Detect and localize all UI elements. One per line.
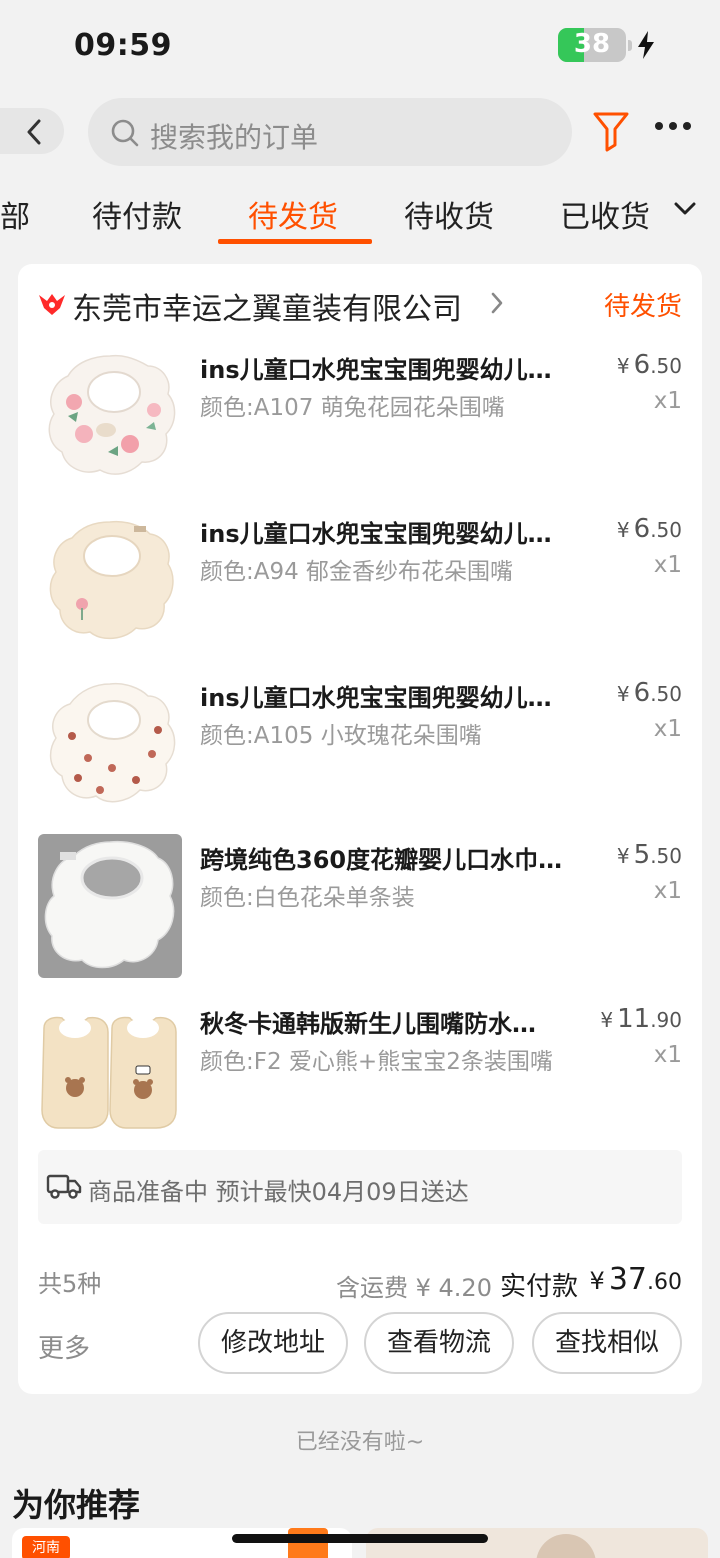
shop-logo-icon	[39, 294, 65, 315]
recommend-title: 为你推荐	[12, 1486, 141, 1524]
item-quantity: x1	[653, 878, 682, 904]
item-spec: 颜色:A94 郁金香纱布花朵围嘴	[200, 559, 514, 585]
battery-percent: 38	[573, 29, 611, 59]
tab-received[interactable]: 已收货	[560, 192, 650, 236]
tab-pending-payment[interactable]: 待付款	[92, 192, 182, 236]
delivery-note: 商品准备中 预计最快04月09日送达	[88, 1178, 469, 1206]
promo-tag	[288, 1528, 328, 1558]
battery-tip	[628, 40, 632, 51]
delivery-status-bar[interactable]: 商品准备中 预计最快04月09日送达	[38, 1150, 682, 1224]
order-status-tabs: 部 待付款 待发货 待收货 已收货	[0, 180, 720, 246]
item-spec: 颜色:A105 小玫瑰花朵围嘴	[200, 723, 482, 749]
search-placeholder: 搜索我的订单	[150, 121, 319, 154]
shipping-fee: 含运费 ¥ 4.20	[336, 1274, 492, 1302]
item-spec: 颜色:A107 萌兔花园花朵围嘴	[200, 395, 505, 421]
item-title: ins儿童口水兜宝宝围兜婴幼儿…	[200, 520, 552, 548]
recommend-card[interactable]	[366, 1528, 708, 1558]
modify-address-button[interactable]: 修改地址	[198, 1312, 348, 1374]
end-of-list-hint: 已经没有啦~	[295, 1430, 425, 1455]
item-quantity: x1	[653, 716, 682, 742]
chevron-right-icon	[491, 292, 503, 314]
status-bar: 09:59 38	[0, 0, 720, 90]
tab-pending-shipment[interactable]: 待发货	[248, 192, 338, 236]
bib-rose-white-icon	[38, 672, 182, 816]
paid-amount: ¥37.60	[589, 1262, 682, 1297]
more-actions-link[interactable]: 更多	[38, 1328, 90, 1365]
truck-icon	[46, 1174, 82, 1199]
item-price: ¥6.50	[616, 678, 682, 708]
product-photo	[536, 1534, 596, 1558]
tab-all[interactable]: 部	[0, 192, 30, 236]
order-item[interactable]: 秋冬卡通韩版新生儿围嘴防水… 颜色:F2 爱心熊+熊宝宝2条装围嘴 ¥11.90…	[18, 998, 702, 1148]
view-logistics-button[interactable]: 查看物流	[364, 1312, 514, 1374]
item-price: ¥11.90	[600, 1004, 682, 1034]
status-time: 09:59	[74, 28, 172, 63]
order-item[interactable]: ins儿童口水兜宝宝围兜婴幼儿… 颜色:A94 郁金香纱布花朵围嘴 ¥6.50 …	[18, 508, 702, 658]
order-status: 待发货	[603, 292, 682, 322]
order-item[interactable]: ins儿童口水兜宝宝围兜婴幼儿… 颜色:A105 小玫瑰花朵围嘴 ¥6.50 x…	[18, 672, 702, 822]
item-quantity: x1	[653, 552, 682, 578]
item-title: ins儿童口水兜宝宝围兜婴幼儿…	[200, 356, 552, 384]
bib-white-petal-icon	[38, 834, 182, 978]
item-title: 跨境纯色360度花瓣婴儿口水巾…	[200, 846, 563, 874]
item-count: 共5种	[38, 1270, 102, 1298]
paid-label: 实付款	[500, 1272, 579, 1302]
item-price: ¥6.50	[616, 350, 682, 380]
search-input[interactable]: 搜索我的订单	[88, 98, 572, 166]
item-price: ¥5.50	[616, 840, 682, 870]
item-spec: 颜色:白色花朵单条装	[200, 885, 415, 911]
filter-icon[interactable]	[592, 110, 630, 152]
item-price: ¥6.50	[616, 514, 682, 544]
bib-bear-pair-icon	[38, 998, 182, 1142]
top-nav: 搜索我的订单	[0, 96, 720, 168]
active-tab-indicator	[218, 239, 372, 244]
charging-bolt-icon	[638, 31, 654, 59]
item-title: 秋冬卡通韩版新生儿围嘴防水…	[200, 1010, 536, 1038]
back-button[interactable]	[0, 108, 64, 154]
item-title: ins儿童口水兜宝宝围兜婴幼儿…	[200, 684, 552, 712]
recommend-card[interactable]: 河南	[12, 1528, 352, 1558]
order-card[interactable]: 东莞市幸运之翼童装有限公司 待发货 ins儿童口水兜宝宝围兜婴幼儿… 颜色:A1…	[18, 264, 702, 1394]
item-quantity: x1	[653, 388, 682, 414]
chevron-left-icon	[27, 119, 41, 145]
shop-name: 东莞市幸运之翼童装有限公司	[72, 292, 462, 327]
tab-pending-receipt[interactable]: 待收货	[404, 192, 494, 236]
item-spec: 颜色:F2 爱心熊+熊宝宝2条装围嘴	[200, 1049, 553, 1075]
shop-header[interactable]: 东莞市幸运之翼童装有限公司 待发货	[18, 264, 702, 344]
search-icon	[111, 119, 139, 147]
order-item[interactable]: ins儿童口水兜宝宝围兜婴幼儿… 颜色:A107 萌兔花园花朵围嘴 ¥6.50 …	[18, 344, 702, 494]
bib-floral-green-icon	[38, 344, 182, 488]
order-item[interactable]: 跨境纯色360度花瓣婴儿口水巾… 颜色:白色花朵单条装 ¥5.50 x1	[18, 834, 702, 984]
region-badge: 河南	[22, 1536, 70, 1558]
item-quantity: x1	[653, 1042, 682, 1068]
bib-tulip-cream-icon	[38, 508, 182, 652]
chevron-down-icon[interactable]	[674, 202, 696, 216]
more-options-icon[interactable]	[654, 120, 692, 132]
home-indicator	[232, 1534, 488, 1543]
battery-icon: 38	[558, 28, 626, 62]
find-similar-button[interactable]: 查找相似	[532, 1312, 682, 1374]
